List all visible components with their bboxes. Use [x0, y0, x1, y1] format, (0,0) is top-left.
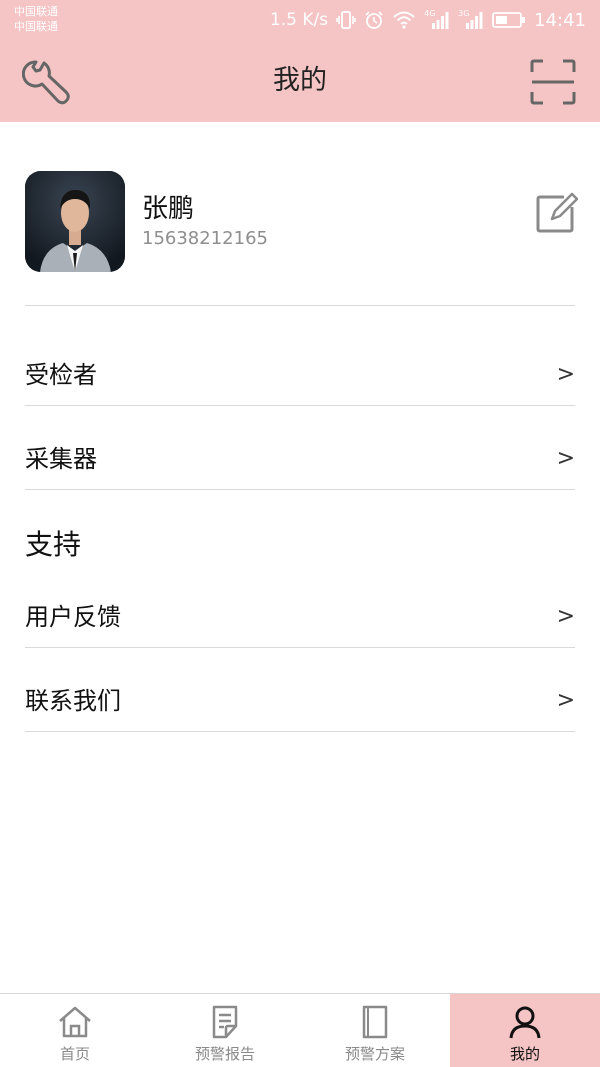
chevron-right-icon: >	[556, 446, 575, 471]
net-speed: 1.5 K/s	[269, 10, 329, 30]
divider	[25, 405, 575, 406]
nav-label: 预警报告	[194, 1045, 255, 1063]
section-title-support: 支持	[25, 528, 82, 561]
user-icon	[509, 1006, 541, 1039]
alarm-icon	[365, 11, 383, 29]
report-icon	[212, 1005, 238, 1039]
battery-icon	[492, 12, 526, 28]
settings-button[interactable]	[21, 57, 72, 107]
bottom-nav: 首页 预警报告 预警方案 我的	[0, 993, 600, 1067]
nav-item-plan[interactable]: 预警方案	[300, 994, 450, 1067]
page-title: 我的	[273, 65, 327, 96]
divider	[25, 489, 575, 490]
nav-item-mine[interactable]: 我的	[450, 994, 600, 1067]
carrier-1: 中国联通	[14, 5, 58, 18]
menu-item-label: 采集器	[25, 445, 97, 473]
chevron-right-icon: >	[556, 362, 575, 387]
avatar-image	[25, 171, 125, 272]
scan-icon	[530, 59, 576, 105]
menu-item-contact-us[interactable]: 联系我们 >	[25, 671, 575, 731]
nav-label: 我的	[509, 1045, 540, 1063]
chevron-right-icon: >	[556, 604, 575, 629]
signal-icon	[432, 12, 449, 29]
menu-item-collector[interactable]: 采集器 >	[25, 429, 575, 489]
menu-item-feedback[interactable]: 用户反馈 >	[25, 587, 575, 647]
carrier-2: 中国联通	[14, 20, 58, 33]
nav-label: 首页	[59, 1045, 90, 1063]
carrier-info: 中国联通 中国联通	[14, 4, 58, 34]
menu-item-label: 联系我们	[25, 687, 121, 715]
vibrate-icon	[336, 11, 356, 29]
home-icon	[59, 1006, 91, 1038]
nav-label: 预警方案	[344, 1045, 405, 1063]
menu-item-label: 受检者	[25, 361, 97, 389]
signal-4g: 4G	[424, 9, 450, 30]
status-indicators: 1.5 K/s 4G 3G 14:41	[270, 7, 586, 33]
menu-item-label: 用户反馈	[25, 603, 121, 631]
chevron-right-icon: >	[556, 688, 575, 713]
menu-item-examinee[interactable]: 受检者 >	[25, 345, 575, 405]
avatar[interactable]	[25, 171, 125, 272]
clock: 14:41	[534, 9, 586, 31]
edit-profile-button[interactable]	[534, 191, 579, 235]
book-icon	[362, 1005, 388, 1039]
header: 我的	[0, 40, 600, 122]
divider	[25, 647, 575, 648]
wrench-icon	[21, 60, 70, 105]
divider	[25, 731, 575, 732]
signal-icon	[466, 12, 483, 29]
edit-icon	[536, 192, 579, 233]
divider	[25, 305, 575, 306]
user-phone: 15638212165	[142, 228, 268, 249]
status-bar: 中国联通 中国联通 1.5 K/s 4G 3G 14:41	[0, 0, 600, 40]
nav-item-report[interactable]: 预警报告	[150, 994, 300, 1067]
wifi-icon	[393, 11, 415, 29]
scan-button[interactable]	[528, 57, 578, 107]
user-name: 张鹏	[142, 194, 195, 224]
signal-3g: 3G	[458, 9, 484, 30]
nav-item-home[interactable]: 首页	[0, 994, 150, 1067]
